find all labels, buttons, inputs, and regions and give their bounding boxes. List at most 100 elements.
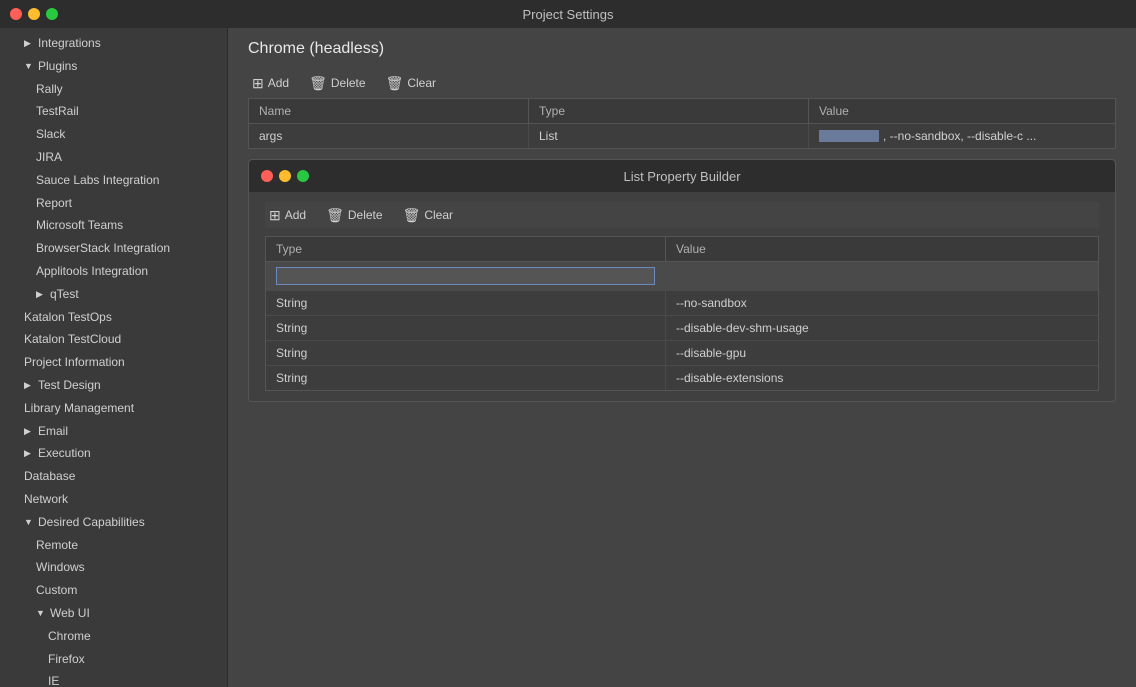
add-icon: ⊞ bbox=[252, 76, 264, 90]
inner-cell-type: String bbox=[266, 291, 666, 315]
table-row[interactable]: String --disable-extensions bbox=[266, 366, 1098, 390]
sidebar-item-label: Web UI bbox=[50, 605, 90, 622]
sidebar-item-browserstack[interactable]: BrowserStack Integration bbox=[0, 237, 227, 260]
sidebar-item-test-design[interactable]: ▶ Test Design bbox=[0, 374, 227, 397]
delete-icon: 🗑 bbox=[309, 76, 327, 90]
table-row[interactable] bbox=[266, 262, 1098, 291]
sidebar-item-report[interactable]: Report bbox=[0, 192, 227, 215]
sidebar-item-label: Report bbox=[36, 195, 72, 212]
main-toolbar: ⊞ Add 🗑 Delete 🗑 Clear bbox=[228, 68, 1136, 98]
sidebar-item-rally[interactable]: Rally bbox=[0, 78, 227, 101]
sidebar-item-label: Email bbox=[38, 423, 68, 440]
sidebar-item-execution[interactable]: ▶ Execution bbox=[0, 442, 227, 465]
sidebar-item-label: Microsoft Teams bbox=[36, 217, 123, 234]
modal-maximize-button[interactable] bbox=[297, 170, 309, 182]
sidebar-item-label: qTest bbox=[50, 286, 79, 303]
table-row[interactable]: String --no-sandbox bbox=[266, 291, 1098, 316]
sidebar-item-database[interactable]: Database bbox=[0, 465, 227, 488]
expand-arrow-icon: ▶ bbox=[24, 425, 34, 438]
sidebar-item-microsoft-teams[interactable]: Microsoft Teams bbox=[0, 214, 227, 237]
sidebar-item-web-ui[interactable]: ▼ Web UI bbox=[0, 602, 227, 625]
sidebar-item-label: Project Information bbox=[24, 354, 125, 371]
sidebar: ▶ Integrations ▼ Plugins Rally TestRail … bbox=[0, 28, 228, 687]
inner-cell-type-edit[interactable] bbox=[266, 262, 666, 290]
sidebar-item-applitools[interactable]: Applitools Integration bbox=[0, 260, 227, 283]
clear-icon: 🗑 bbox=[386, 76, 404, 90]
modal-titlebar-buttons bbox=[261, 170, 309, 182]
clear-label: Clear bbox=[407, 76, 436, 90]
sidebar-item-label: Plugins bbox=[38, 58, 77, 75]
collapse-arrow-icon: ▼ bbox=[24, 516, 34, 529]
collapse-arrow-icon: ▼ bbox=[36, 607, 46, 620]
col-header-type: Type bbox=[529, 99, 809, 123]
sidebar-item-firefox[interactable]: Firefox bbox=[0, 648, 227, 671]
sidebar-item-label: Windows bbox=[36, 559, 85, 576]
expand-arrow-icon: ▶ bbox=[24, 447, 34, 460]
maximize-button[interactable] bbox=[46, 8, 58, 20]
sidebar-item-qtest[interactable]: ▶ qTest bbox=[0, 283, 227, 306]
modal-add-button[interactable]: ⊞ Add bbox=[265, 206, 310, 224]
sidebar-item-remote[interactable]: Remote bbox=[0, 534, 227, 557]
clear-button[interactable]: 🗑 Clear bbox=[382, 74, 440, 92]
delete-button[interactable]: 🗑 Delete bbox=[305, 74, 369, 92]
sidebar-item-testrail[interactable]: TestRail bbox=[0, 100, 227, 123]
modal-close-button[interactable] bbox=[261, 170, 273, 182]
col-header-name: Name bbox=[249, 99, 529, 123]
inner-cell-type: String bbox=[266, 366, 666, 390]
type-edit-input[interactable] bbox=[276, 267, 655, 285]
modal-add-label: Add bbox=[285, 208, 306, 222]
inner-col-header-type: Type bbox=[266, 237, 666, 261]
sidebar-item-katalon-testops[interactable]: Katalon TestOps bbox=[0, 306, 227, 329]
add-icon: ⊞ bbox=[269, 208, 281, 222]
modal-delete-button[interactable]: 🗑 Delete bbox=[322, 206, 386, 224]
sidebar-item-ie[interactable]: IE bbox=[0, 670, 227, 687]
delete-icon: 🗑 bbox=[326, 208, 344, 222]
collapse-arrow-icon: ▼ bbox=[24, 60, 34, 73]
inner-table-header: Type Value bbox=[266, 237, 1098, 262]
modal-clear-button[interactable]: 🗑 Clear bbox=[399, 206, 457, 224]
sidebar-item-network[interactable]: Network bbox=[0, 488, 227, 511]
modal-minimize-button[interactable] bbox=[279, 170, 291, 182]
sidebar-item-chrome[interactable]: Chrome bbox=[0, 625, 227, 648]
main-table: Name Type Value args List , --no-sandbox… bbox=[248, 98, 1116, 149]
sidebar-item-desired-capabilities[interactable]: ▼ Desired Capabilities bbox=[0, 511, 227, 534]
sidebar-item-project-information[interactable]: Project Information bbox=[0, 351, 227, 374]
inner-cell-value: --disable-extensions bbox=[666, 366, 1098, 390]
add-button[interactable]: ⊞ Add bbox=[248, 74, 293, 92]
table-row[interactable]: String --disable-gpu bbox=[266, 341, 1098, 366]
table-row[interactable]: args List , --no-sandbox, --disable-c ..… bbox=[249, 124, 1115, 148]
sidebar-item-integrations[interactable]: ▶ Integrations bbox=[0, 32, 227, 55]
sidebar-item-windows[interactable]: Windows bbox=[0, 556, 227, 579]
sidebar-item-library-management[interactable]: Library Management bbox=[0, 397, 227, 420]
modal-clear-label: Clear bbox=[424, 208, 453, 222]
close-button[interactable] bbox=[10, 8, 22, 20]
cell-type: List bbox=[529, 124, 809, 148]
sidebar-item-label: Execution bbox=[38, 445, 91, 462]
sidebar-item-label: Rally bbox=[36, 81, 63, 98]
titlebar: Project Settings bbox=[0, 0, 1136, 28]
add-label: Add bbox=[268, 76, 289, 90]
inner-table: Type Value String --no-sandbox bbox=[265, 236, 1099, 391]
cell-name: args bbox=[249, 124, 529, 148]
minimize-button[interactable] bbox=[28, 8, 40, 20]
window-title: Project Settings bbox=[522, 7, 613, 22]
sidebar-item-plugins[interactable]: ▼ Plugins bbox=[0, 55, 227, 78]
sidebar-item-label: Sauce Labs Integration bbox=[36, 172, 159, 189]
table-row[interactable]: String --disable-dev-shm-usage bbox=[266, 316, 1098, 341]
sidebar-item-custom[interactable]: Custom bbox=[0, 579, 227, 602]
sidebar-item-jira[interactable]: JIRA bbox=[0, 146, 227, 169]
delete-label: Delete bbox=[331, 76, 366, 90]
sidebar-item-email[interactable]: ▶ Email bbox=[0, 420, 227, 443]
sidebar-item-label: Network bbox=[24, 491, 68, 508]
expand-arrow-icon: ▶ bbox=[24, 379, 34, 392]
sidebar-item-label: Database bbox=[24, 468, 75, 485]
expand-arrow-icon: ▶ bbox=[36, 288, 46, 301]
sidebar-item-label: Custom bbox=[36, 582, 77, 599]
sidebar-item-label: Remote bbox=[36, 537, 78, 554]
sidebar-item-sauce-labs[interactable]: Sauce Labs Integration bbox=[0, 169, 227, 192]
sidebar-item-label: TestRail bbox=[36, 103, 79, 120]
table-header: Name Type Value bbox=[249, 99, 1115, 124]
sidebar-item-katalon-testcloud[interactable]: Katalon TestCloud bbox=[0, 328, 227, 351]
sidebar-item-slack[interactable]: Slack bbox=[0, 123, 227, 146]
modal-titlebar: List Property Builder bbox=[249, 160, 1115, 192]
